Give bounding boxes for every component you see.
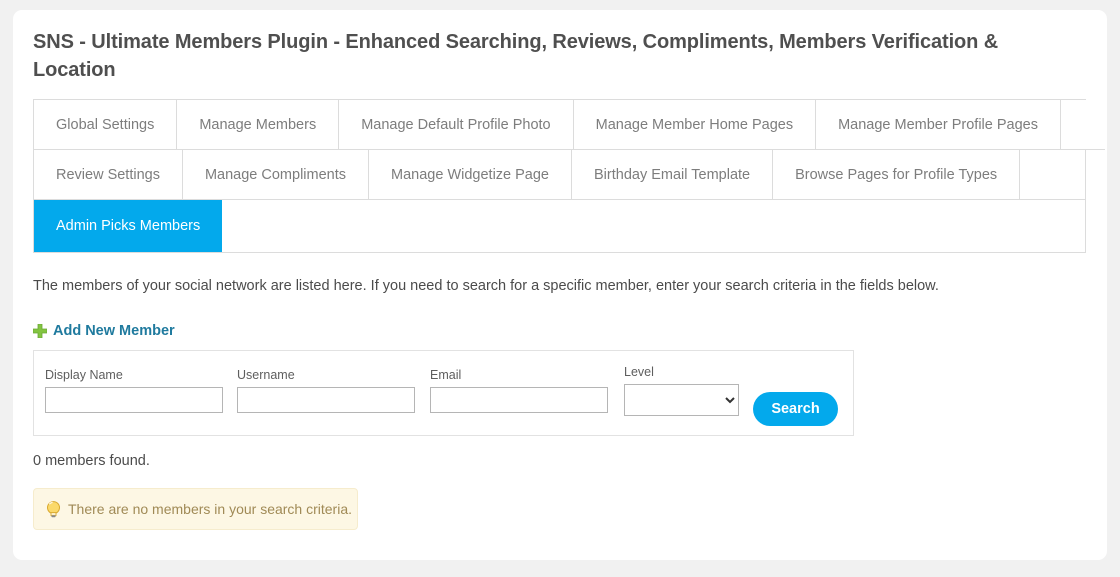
tab-manage-member-profile-pages[interactable]: Manage Member Profile Pages: [816, 100, 1061, 150]
no-members-notice: There are no members in your search crit…: [33, 488, 358, 530]
email-label: Email: [430, 368, 462, 382]
plus-icon: [33, 324, 47, 338]
tab-admin-picks-members[interactable]: Admin Picks Members: [34, 200, 223, 252]
level-select[interactable]: [624, 384, 739, 416]
display-name-label: Display Name: [45, 368, 123, 382]
tab-row-1: Global Settings Manage Members Manage De…: [34, 100, 1105, 150]
field-email: Email: [430, 368, 608, 413]
tab-row-2-filler: [1020, 150, 1085, 200]
intro-description: The members of your social network are l…: [33, 278, 939, 294]
tab-global-settings[interactable]: Global Settings: [34, 100, 178, 150]
tab-manage-compliments[interactable]: Manage Compliments: [182, 150, 370, 200]
add-new-member-label: Add New Member: [53, 323, 175, 339]
tab-manage-members[interactable]: Manage Members: [177, 100, 340, 150]
search-button[interactable]: Search: [753, 392, 838, 426]
tab-review-settings[interactable]: Review Settings: [34, 150, 183, 200]
admin-page-card: SNS - Ultimate Members Plugin - Enhanced…: [13, 10, 1107, 560]
username-input[interactable]: [237, 387, 415, 413]
tab-row-3: Admin Picks Members: [34, 200, 1085, 252]
tab-row-1-filler: [1060, 100, 1105, 150]
field-display-name: Display Name: [45, 368, 223, 413]
results-count: 0 members found.: [33, 453, 150, 469]
member-search-panel: Display Name Username Email Level Search: [33, 350, 854, 436]
tab-row-3-filler: [222, 200, 1085, 252]
tab-birthday-email-template[interactable]: Birthday Email Template: [572, 150, 774, 200]
tab-row-2: Review Settings Manage Compliments Manag…: [34, 150, 1085, 200]
no-members-notice-text: There are no members in your search crit…: [68, 501, 352, 517]
email-input[interactable]: [430, 387, 608, 413]
level-label: Level: [624, 365, 654, 379]
lightbulb-icon: [47, 500, 60, 517]
username-label: Username: [237, 368, 295, 382]
tab-manage-default-profile-photo[interactable]: Manage Default Profile Photo: [339, 100, 574, 150]
display-name-input[interactable]: [45, 387, 223, 413]
field-level: Level: [624, 365, 739, 416]
tab-manage-member-home-pages[interactable]: Manage Member Home Pages: [573, 100, 817, 150]
tab-manage-widgetize-page[interactable]: Manage Widgetize Page: [369, 150, 573, 200]
page-title: SNS - Ultimate Members Plugin - Enhanced…: [33, 31, 999, 81]
add-new-member-link[interactable]: Add New Member: [33, 323, 175, 339]
tab-navigation: Global Settings Manage Members Manage De…: [33, 99, 1105, 253]
tab-browse-pages-for-profile-types[interactable]: Browse Pages for Profile Types: [773, 150, 1021, 200]
field-username: Username: [237, 368, 415, 413]
